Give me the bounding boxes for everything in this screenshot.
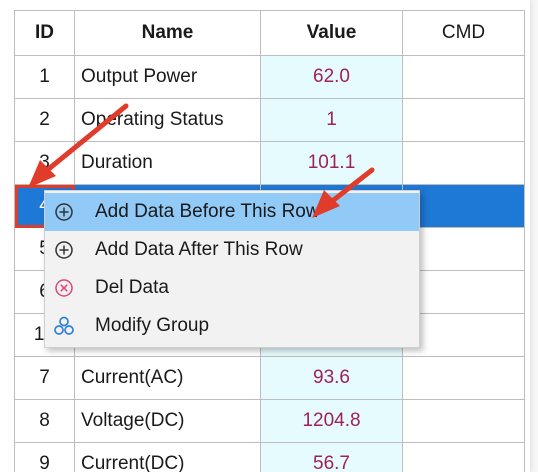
row-id-cell[interactable]: 3 — [14, 141, 75, 185]
table-row[interactable]: 2 Operating Status 1 — [14, 98, 525, 142]
row-value-cell[interactable]: 62.0 — [260, 55, 403, 99]
menu-item-del-data[interactable]: Del Data — [45, 269, 419, 307]
row-cmd-cell[interactable] — [402, 399, 525, 443]
header-name[interactable]: Name — [74, 10, 261, 56]
table-row[interactable]: 9 Current(DC) 56.7 — [14, 442, 525, 472]
row-id-cell[interactable]: 7 — [14, 356, 75, 400]
header-cmd[interactable]: CMD — [402, 10, 525, 56]
row-id-cell[interactable]: 2 — [14, 98, 75, 142]
row-id-cell[interactable]: 1 — [14, 55, 75, 99]
menu-item-label: Add Data After This Row — [95, 239, 303, 260]
table-row[interactable]: 3 Duration 101.1 — [14, 141, 525, 185]
row-value-cell[interactable]: 1 — [260, 98, 403, 142]
plus-circle-icon — [53, 239, 75, 261]
menu-item-modify-group[interactable]: Modify Group — [45, 307, 419, 345]
menu-item-label: Add Data Before This Row — [95, 201, 320, 222]
row-cmd-cell[interactable] — [402, 356, 525, 400]
row-cmd-cell[interactable] — [402, 55, 525, 99]
menu-item-add-after[interactable]: Add Data After This Row — [45, 231, 419, 269]
row-cmd-cell[interactable] — [402, 442, 525, 472]
row-cmd-cell[interactable] — [402, 141, 525, 185]
row-id-cell[interactable]: 9 — [14, 442, 75, 472]
row-cmd-cell[interactable] — [402, 98, 525, 142]
row-cmd-cell[interactable] — [402, 313, 525, 357]
menu-item-label: Del Data — [95, 277, 169, 298]
row-cmd-cell[interactable] — [402, 270, 525, 314]
header-value[interactable]: Value — [260, 10, 403, 56]
header-id[interactable]: ID — [14, 10, 75, 56]
row-name-cell[interactable]: Current(AC) — [74, 356, 261, 400]
context-menu: Add Data Before This Row Add Data After … — [44, 190, 420, 348]
plus-circle-icon — [53, 201, 75, 223]
row-id-cell[interactable]: 8 — [14, 399, 75, 443]
row-cmd-cell[interactable] — [402, 227, 525, 271]
row-name-cell[interactable]: Operating Status — [74, 98, 261, 142]
row-name-cell[interactable]: Duration — [74, 141, 261, 185]
table-row[interactable]: 7 Current(AC) 93.6 — [14, 356, 525, 400]
menu-item-add-before[interactable]: Add Data Before This Row — [45, 193, 419, 231]
data-table-panel: ID Name Value CMD 1 Output Power 62.0 2 … — [0, 0, 530, 472]
table-row[interactable]: 1 Output Power 62.0 — [14, 55, 525, 99]
row-value-cell[interactable]: 101.1 — [260, 141, 403, 185]
row-value-cell[interactable]: 56.7 — [260, 442, 403, 472]
table-header-row: ID Name Value CMD — [14, 10, 525, 56]
row-cmd-cell[interactable] — [402, 184, 525, 228]
x-circle-icon — [53, 277, 75, 299]
table-row[interactable]: 8 Voltage(DC) 1204.8 — [14, 399, 525, 443]
row-name-cell[interactable]: Output Power — [74, 55, 261, 99]
row-name-cell[interactable]: Voltage(DC) — [74, 399, 261, 443]
group-icon — [53, 315, 75, 337]
row-name-cell[interactable]: Current(DC) — [74, 442, 261, 472]
menu-item-label: Modify Group — [95, 315, 210, 336]
row-value-cell[interactable]: 93.6 — [260, 356, 403, 400]
row-value-cell[interactable]: 1204.8 — [260, 399, 403, 443]
